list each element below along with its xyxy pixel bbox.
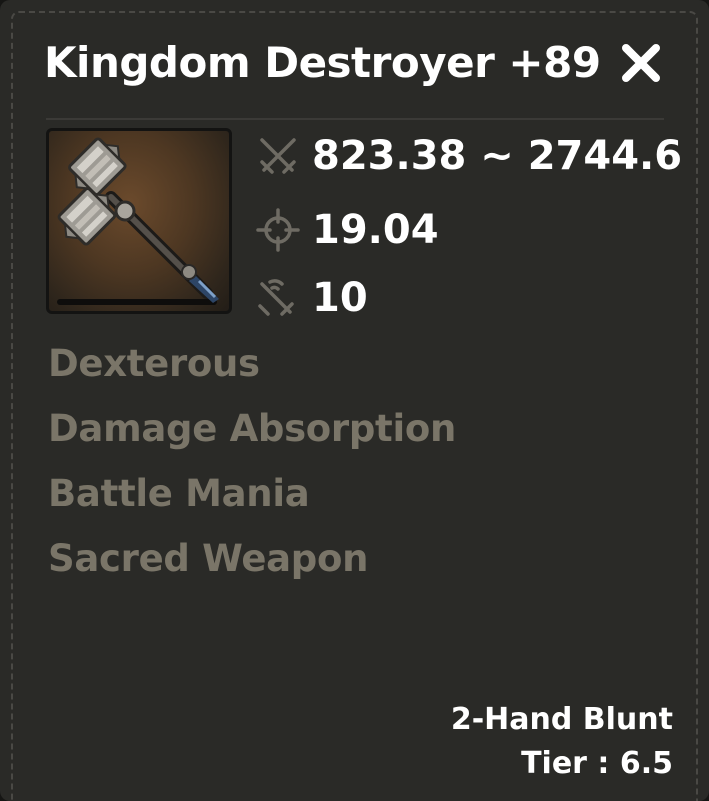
item-tooltip-panel: Kingdom Destroyer +89 823.38 ~ 2744.6 19… [0, 0, 709, 801]
crossed-swords-icon [260, 138, 296, 174]
item-tier: Tier : 6.5 [521, 746, 673, 781]
perk-item: Damage Absorption [48, 407, 456, 450]
item-info: 2-Hand Blunt Tier : 6.5 [451, 698, 673, 786]
close-button[interactable] [618, 40, 664, 86]
speed-value: 10 [312, 275, 368, 321]
perk-item: Battle Mania [48, 472, 310, 515]
sword-signal-icon [258, 279, 294, 316]
item-name: Kingdom Destroyer +89 [44, 38, 601, 87]
close-icon [622, 44, 660, 82]
damage-value: 823.38 ~ 2744.6 [312, 133, 683, 179]
crosshair-icon [256, 208, 300, 252]
accuracy-value: 19.04 [312, 207, 439, 253]
two-hand-mace-icon [57, 137, 219, 305]
perk-item: Dexterous [48, 342, 260, 385]
perk-list: Dexterous Damage Absorption Battle Mania… [48, 333, 456, 593]
item-icon-frame [46, 128, 232, 314]
title-divider [46, 118, 664, 120]
item-type: 2-Hand Blunt [450, 702, 673, 737]
perk-item: Sacred Weapon [48, 537, 369, 580]
